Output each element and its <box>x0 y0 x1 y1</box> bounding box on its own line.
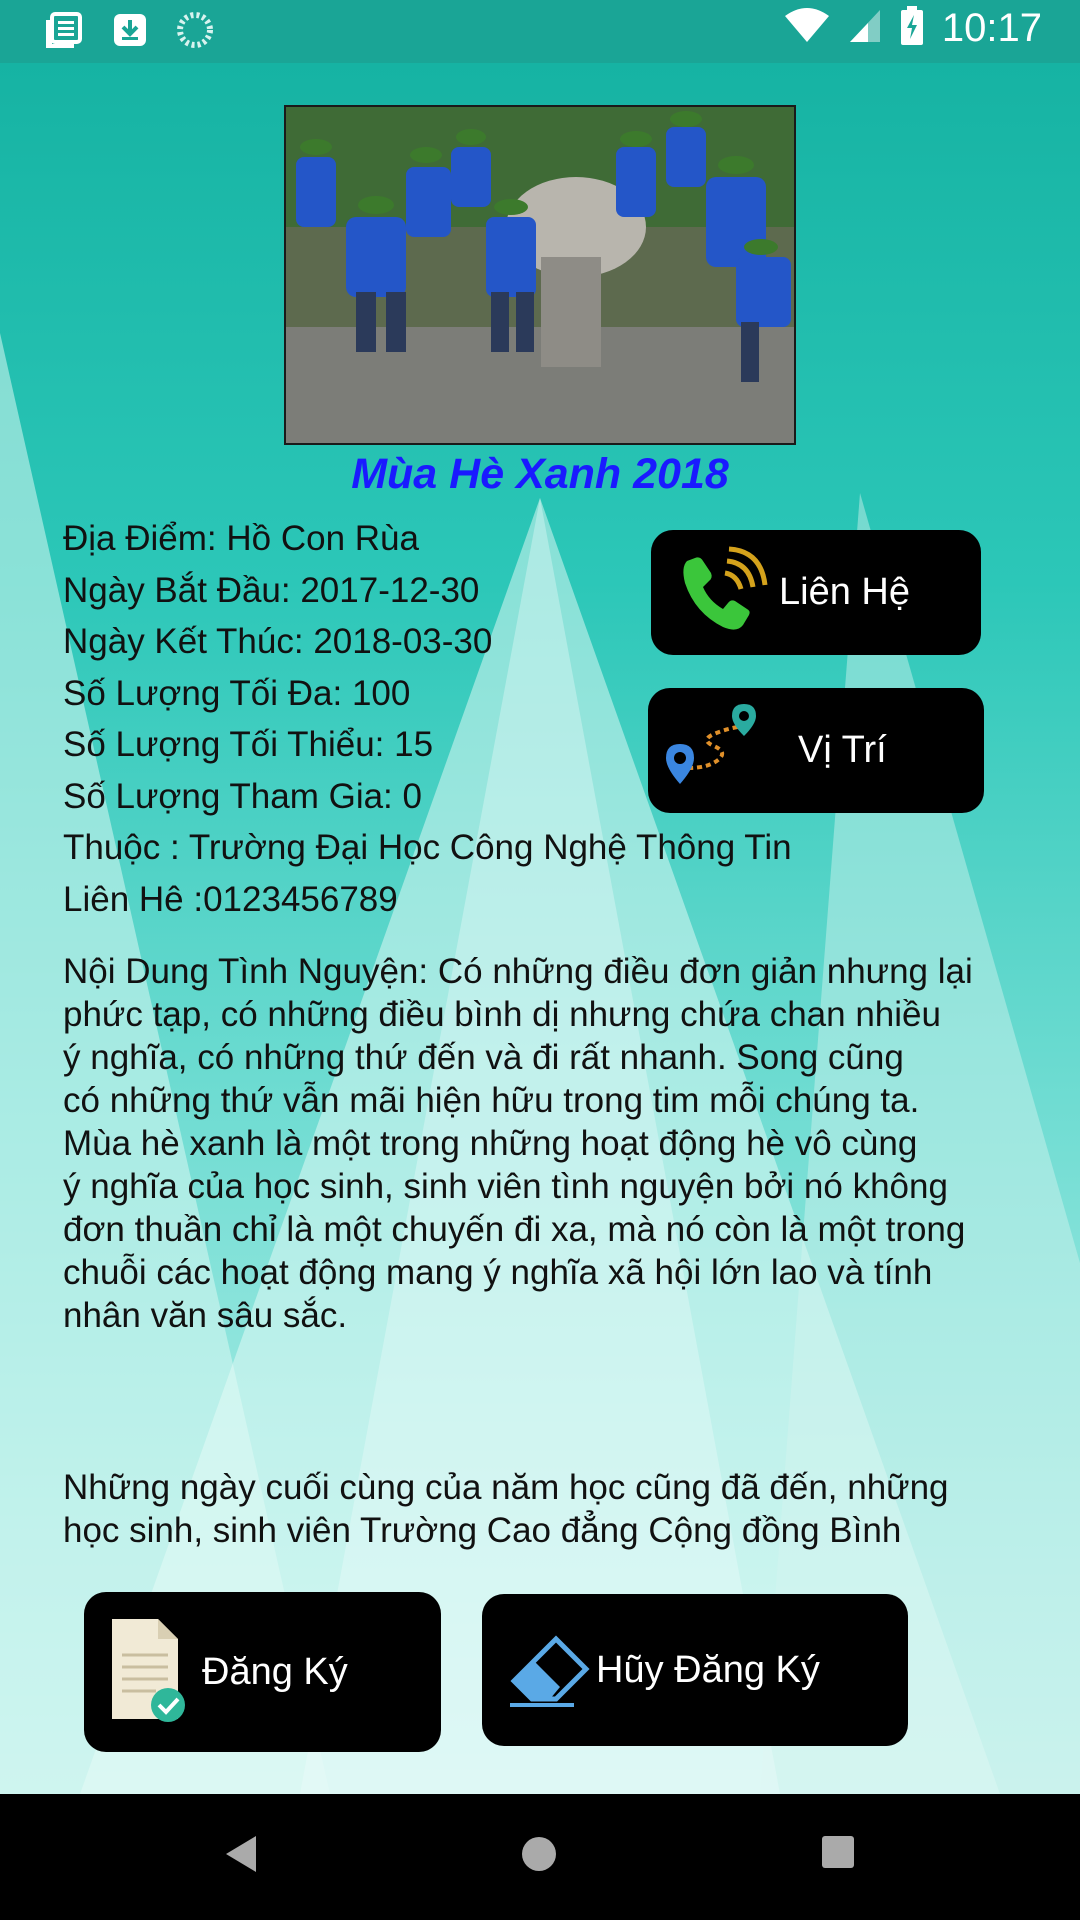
event-description-more: Những ngày cuối cùng của năm học cũng đã… <box>63 1468 949 1550</box>
sync-icon <box>176 11 214 54</box>
location-button[interactable]: Vị Trí <box>648 688 984 813</box>
register-button-label: Đăng Ký <box>202 1650 348 1693</box>
download-icon <box>112 12 148 53</box>
unregister-button[interactable]: Hũy Đăng Ký <box>482 1594 908 1746</box>
eraser-icon <box>504 1623 596 1718</box>
phone-icon <box>673 543 773 643</box>
back-icon[interactable] <box>222 1834 258 1879</box>
document-check-icon <box>106 1615 188 1730</box>
event-photo <box>284 105 796 445</box>
event-title: Mùa Hè Xanh 2018 <box>351 450 729 498</box>
signal-icon <box>848 8 882 49</box>
battery-icon <box>900 6 924 51</box>
contact-text: Liên Hê :0123456789 <box>63 879 398 919</box>
contact-button[interactable]: Liên Hệ <box>651 530 981 655</box>
recents-icon[interactable] <box>820 1834 856 1875</box>
event-description: Nội Dung Tình Nguyện: Có những điều đơn … <box>63 952 973 1335</box>
register-button[interactable]: Đăng Ký <box>84 1592 441 1752</box>
wifi-icon <box>784 8 830 49</box>
news-icon <box>44 10 84 55</box>
contact-button-label: Liên Hệ <box>779 571 910 613</box>
route-icon <box>658 698 768 803</box>
unregister-button-label: Hũy Đăng Ký <box>596 1648 820 1691</box>
navigation-bar <box>0 1794 1080 1920</box>
clock: 10:17 <box>941 6 1042 50</box>
organization-text: Thuộc : Trường Đại Học Công Nghệ Thông T… <box>63 828 792 867</box>
home-icon[interactable] <box>519 1834 559 1879</box>
status-bar: 10:17 <box>0 0 1080 63</box>
location-button-label: Vị Trí <box>798 729 887 771</box>
